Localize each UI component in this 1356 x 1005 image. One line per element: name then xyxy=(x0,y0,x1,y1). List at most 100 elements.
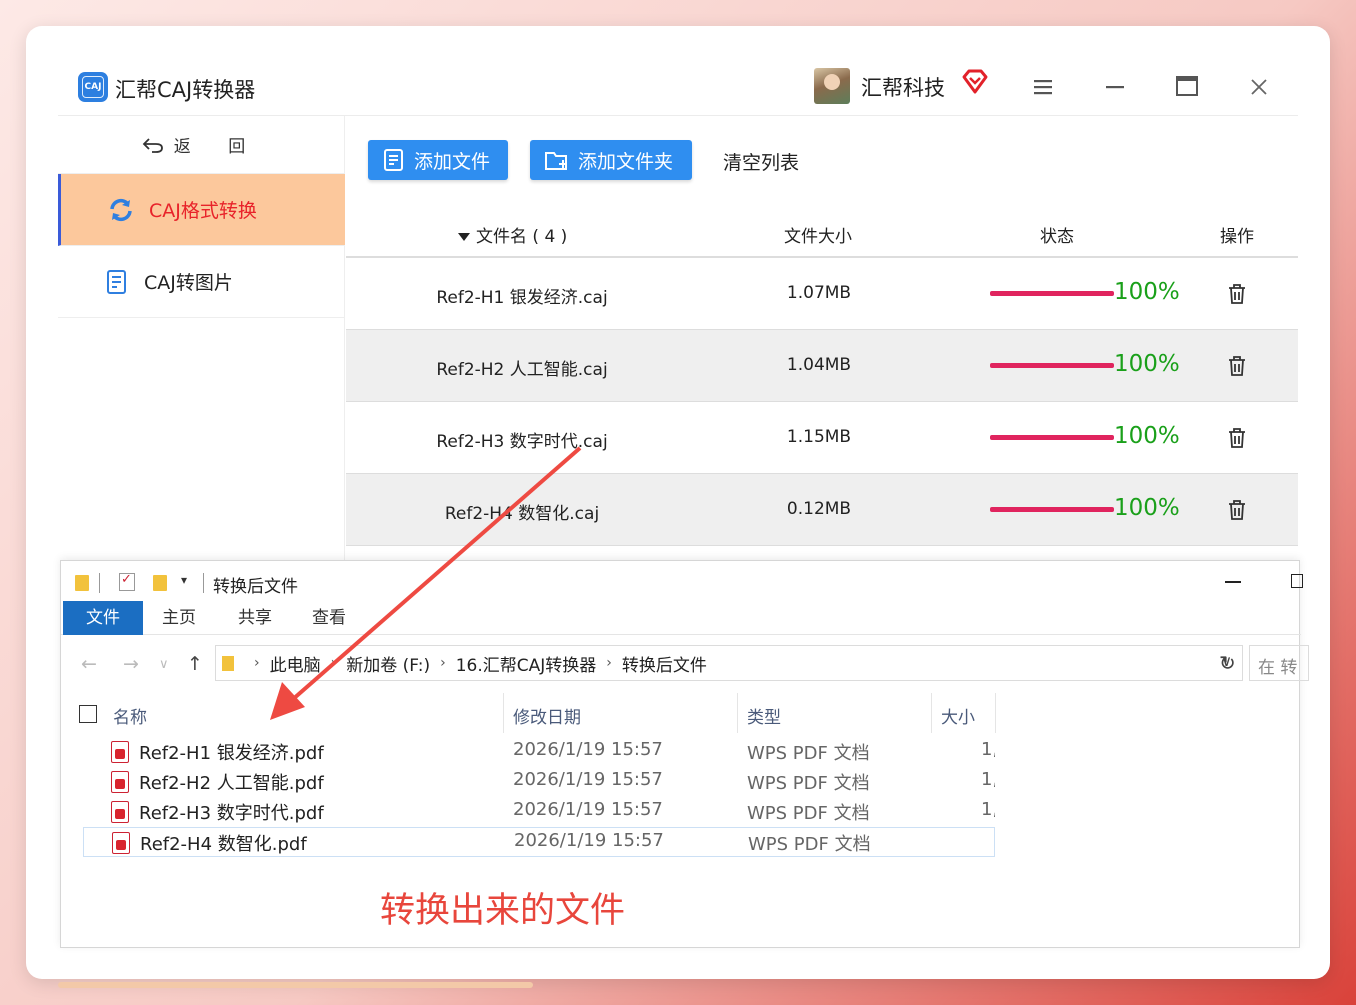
file-name: Ref2-H2 人工智能.pdf xyxy=(139,773,324,794)
file-date: 2026/1/19 15:57 xyxy=(513,769,663,790)
file-name: Ref2-H1 银发经济.pdf xyxy=(139,743,324,764)
file-name: Ref2-H4 数智化.caj xyxy=(444,504,600,524)
back-button[interactable]: 返 回 xyxy=(58,116,345,174)
sidebar: 返 回 CAJ格式转换 CAJ转图片 xyxy=(58,116,345,586)
trash-icon[interactable] xyxy=(1226,354,1248,378)
user-avatar[interactable] xyxy=(814,68,850,104)
trash-icon[interactable] xyxy=(1226,426,1248,450)
minimize-icon[interactable] xyxy=(1104,76,1126,98)
search-input[interactable]: 在 转 xyxy=(1249,645,1309,681)
progress-text: 100% xyxy=(1114,423,1180,449)
column-size[interactable]: 大小 xyxy=(941,703,975,728)
progress-bar xyxy=(990,291,1114,296)
file-name: Ref2-H1 银发经济.caj xyxy=(436,288,608,308)
file-explorer-window: ▾ 转换后文件 文件 主页 共享 查看 ← → ∨ ↑ › 此电脑 › 新加卷 … xyxy=(60,560,1309,948)
explorer-maximize-icon[interactable] xyxy=(1291,574,1303,588)
column-name[interactable]: 名称 xyxy=(113,703,147,728)
breadcrumb-item[interactable]: 新加卷 (F:) xyxy=(346,651,430,676)
progress-bar xyxy=(990,435,1114,440)
column-filesize: 文件大小 xyxy=(784,227,852,247)
column-date[interactable]: 修改日期 xyxy=(513,703,581,728)
file-row[interactable]: Ref2-H1 银发经济.pdf 2026/1/19 15:57 WPS PDF… xyxy=(83,737,995,767)
column-operation: 操作 xyxy=(1220,227,1254,247)
column-divider xyxy=(931,693,932,733)
file-row[interactable]: Ref2-H4 数智化.pdf 2026/1/19 15:57 WPS PDF … xyxy=(83,827,995,857)
explorer-minimize-icon[interactable] xyxy=(1225,581,1241,583)
tab-share[interactable]: 共享 xyxy=(219,601,291,635)
file-size: 1, xyxy=(981,799,995,820)
tab-view[interactable]: 查看 xyxy=(293,601,365,635)
add-folder-label: 添加文件夹 xyxy=(578,150,674,173)
trash-icon[interactable] xyxy=(1226,498,1248,522)
sidebar-item-label: CAJ格式转换 xyxy=(149,200,257,222)
breadcrumb-item[interactable]: 此电脑 xyxy=(270,651,321,676)
folder-icon xyxy=(222,655,234,671)
new-folder-icon[interactable] xyxy=(153,575,167,591)
progress-text: 100% xyxy=(1114,279,1180,305)
table-row: Ref2-H2 人工智能.caj 1.04MB 100% xyxy=(346,330,1298,402)
file-type: WPS PDF 文档 xyxy=(748,834,871,855)
sidebar-item-label: CAJ转图片 xyxy=(144,272,233,294)
tab-file[interactable]: 文件 xyxy=(63,601,143,635)
trash-icon[interactable] xyxy=(1226,282,1248,306)
tab-home[interactable]: 主页 xyxy=(143,601,215,635)
file-type: WPS PDF 文档 xyxy=(747,773,870,794)
file-size: 0.12MB xyxy=(786,499,852,519)
refresh-icon[interactable]: ↻ xyxy=(1219,651,1236,675)
file-row[interactable]: Ref2-H3 数字时代.pdf 2026/1/19 15:57 WPS PDF… xyxy=(83,797,995,827)
bottom-accent-strip xyxy=(58,982,533,988)
file-list-header: 名称 修改日期 类型 大小 xyxy=(61,693,1301,733)
file-size: 1.15MB xyxy=(786,427,852,447)
properties-icon[interactable] xyxy=(119,572,135,591)
select-all-checkbox[interactable] xyxy=(79,705,97,723)
up-arrow-icon[interactable]: ↑ xyxy=(187,653,203,675)
back-arrow-icon[interactable]: ← xyxy=(81,653,97,675)
document-icon xyxy=(107,269,126,294)
folder-icon xyxy=(75,575,89,591)
breadcrumb-item[interactable]: 16.汇帮CAJ转换器 xyxy=(456,651,597,676)
back-arrow-icon xyxy=(142,137,163,153)
sidebar-item-caj-convert[interactable]: CAJ格式转换 xyxy=(58,174,345,246)
table-header: 文件名 ( 4 ) 文件大小 状态 操作 xyxy=(346,208,1298,258)
pdf-file-icon xyxy=(112,832,130,854)
menu-icon[interactable] xyxy=(1032,78,1054,96)
forward-arrow-icon[interactable]: → xyxy=(123,653,139,675)
column-divider xyxy=(503,693,504,733)
breadcrumb-item[interactable]: 转换后文件 xyxy=(622,651,707,676)
file-row[interactable]: Ref2-H2 人工智能.pdf 2026/1/19 15:57 WPS PDF… xyxy=(83,767,995,797)
chevron-right-icon: › xyxy=(606,655,612,671)
add-folder-button[interactable]: 添加文件夹 xyxy=(530,140,692,180)
file-date: 2026/1/19 15:57 xyxy=(513,739,663,760)
separator xyxy=(99,573,100,593)
file-list-icon xyxy=(384,149,403,171)
app-title: 汇帮CAJ转换器 xyxy=(115,78,256,102)
back-label: 返 回 xyxy=(173,137,262,157)
pdf-file-icon xyxy=(111,741,129,763)
file-name: Ref2-H3 数字时代.pdf xyxy=(139,803,324,824)
brand-name: 汇帮科技 xyxy=(861,76,945,100)
explorer-title: 转换后文件 xyxy=(213,577,298,597)
app-logo-icon: CAJ xyxy=(78,72,108,102)
sidebar-item-caj-to-image[interactable]: CAJ转图片 xyxy=(58,246,345,318)
column-filename[interactable]: 文件名 ( 4 ) xyxy=(458,222,567,247)
vip-diamond-icon[interactable] xyxy=(961,68,989,96)
clear-list-button[interactable]: 清空列表 xyxy=(723,148,799,175)
column-divider xyxy=(737,693,738,733)
column-type[interactable]: 类型 xyxy=(747,703,781,728)
progress-text: 100% xyxy=(1114,495,1180,521)
address-bar[interactable]: › 此电脑 › 新加卷 (F:) › 16.汇帮CAJ转换器 › 转换后文件 ∨ xyxy=(215,645,1243,681)
chevron-right-icon: › xyxy=(440,655,446,671)
pdf-file-icon xyxy=(111,801,129,823)
customize-dropdown-icon[interactable]: ▾ xyxy=(181,573,187,587)
close-icon[interactable] xyxy=(1248,76,1270,98)
recent-dropdown-icon[interactable]: ∨ xyxy=(159,657,169,672)
sort-down-icon xyxy=(458,233,470,241)
progress-bar xyxy=(990,507,1114,512)
file-type: WPS PDF 文档 xyxy=(747,743,870,764)
column-filename-label: 文件名 ( 4 ) xyxy=(476,227,568,247)
pdf-file-icon xyxy=(111,771,129,793)
table-row: Ref2-H4 数智化.caj 0.12MB 100% xyxy=(346,474,1298,546)
add-file-button[interactable]: 添加文件 xyxy=(368,140,508,180)
chevron-right-icon: › xyxy=(330,655,337,671)
maximize-icon[interactable] xyxy=(1175,74,1199,98)
